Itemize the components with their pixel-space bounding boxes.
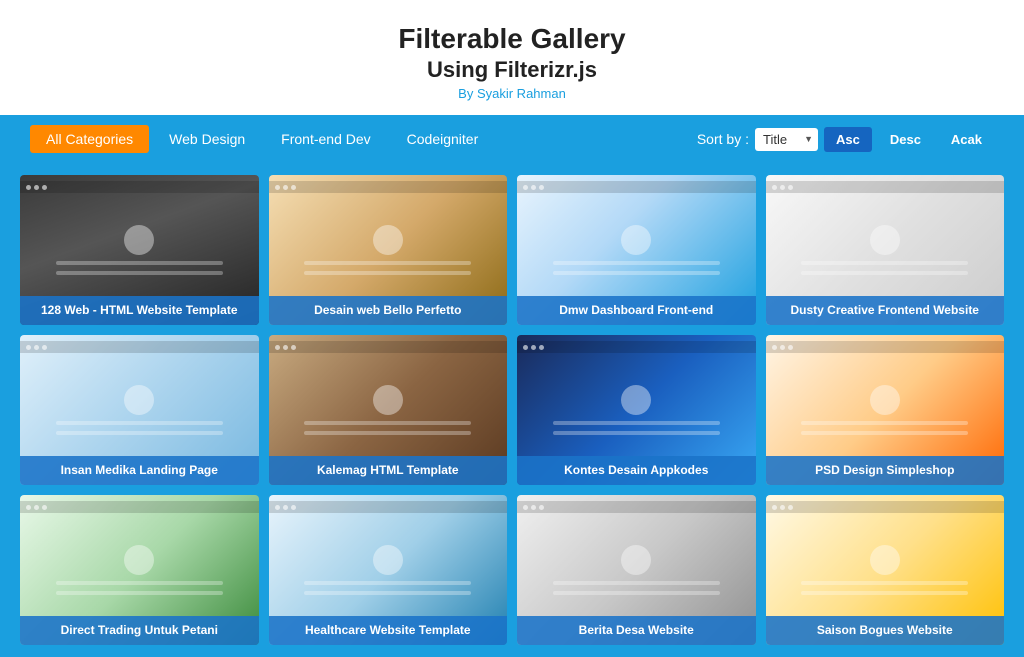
gallery-item-caption: Direct Trading Untuk Petani <box>20 616 259 646</box>
filter-btn-front-end-dev[interactable]: Front-end Dev <box>265 125 386 153</box>
gallery-item-caption: Dusty Creative Frontend Website <box>766 296 1005 326</box>
filter-btn-codeigniter[interactable]: Codeigniter <box>391 125 495 153</box>
gallery-item[interactable]: Insan Medika Landing Page <box>20 335 259 485</box>
page-subtitle: Using Filterizr.js <box>20 56 1004 85</box>
sort-order-btn-acak[interactable]: Acak <box>939 127 994 152</box>
gallery-item[interactable]: Direct Trading Untuk Petani <box>20 495 259 645</box>
gallery-item-caption: Kalemag HTML Template <box>269 456 508 486</box>
filter-bar: All CategoriesWeb DesignFront-end DevCod… <box>0 115 1024 163</box>
gallery-item[interactable]: Desain web Bello Perfetto <box>269 175 508 325</box>
gallery-item-caption: Dmw Dashboard Front-end <box>517 296 756 326</box>
gallery-container: 128 Web - HTML Website Template Desain we… <box>0 163 1024 657</box>
filter-btn-all-categories[interactable]: All Categories <box>30 125 149 153</box>
filter-btn-web-design[interactable]: Web Design <box>153 125 261 153</box>
sort-order-btn-desc[interactable]: Desc <box>878 127 933 152</box>
sort-area: Sort by : Title Date Name AscDescAcak <box>697 127 994 152</box>
gallery-item-caption: Insan Medika Landing Page <box>20 456 259 486</box>
gallery-item-caption: Desain web Bello Perfetto <box>269 296 508 326</box>
sort-select[interactable]: Title Date Name <box>755 128 818 151</box>
gallery-item-caption: 128 Web - HTML Website Template <box>20 296 259 326</box>
gallery-item[interactable]: Dusty Creative Frontend Website <box>766 175 1005 325</box>
gallery-item[interactable]: Healthcare Website Template <box>269 495 508 645</box>
gallery-item[interactable]: Kalemag HTML Template <box>269 335 508 485</box>
gallery-item[interactable]: Kontes Desain Appkodes <box>517 335 756 485</box>
page-header: Filterable Gallery Using Filterizr.js By… <box>0 0 1024 115</box>
sort-label: Sort by : <box>697 131 749 147</box>
gallery-item-caption: PSD Design Simpleshop <box>766 456 1005 486</box>
gallery-item[interactable]: Berita Desa Website <box>517 495 756 645</box>
gallery-item-caption: Healthcare Website Template <box>269 616 508 646</box>
page-author: By Syakir Rahman <box>20 86 1004 101</box>
sort-order-btn-asc[interactable]: Asc <box>824 127 872 152</box>
filter-button-group: All CategoriesWeb DesignFront-end DevCod… <box>30 125 697 153</box>
gallery-grid: 128 Web - HTML Website Template Desain we… <box>20 175 1004 645</box>
gallery-item-caption: Kontes Desain Appkodes <box>517 456 756 486</box>
gallery-item[interactable]: PSD Design Simpleshop <box>766 335 1005 485</box>
page-title: Filterable Gallery <box>20 22 1004 56</box>
gallery-item[interactable]: Dmw Dashboard Front-end <box>517 175 756 325</box>
gallery-item[interactable]: 128 Web - HTML Website Template <box>20 175 259 325</box>
gallery-item[interactable]: Saison Bogues Website <box>766 495 1005 645</box>
gallery-item-caption: Berita Desa Website <box>517 616 756 646</box>
gallery-item-caption: Saison Bogues Website <box>766 616 1005 646</box>
sort-select-wrapper: Title Date Name <box>755 128 818 151</box>
